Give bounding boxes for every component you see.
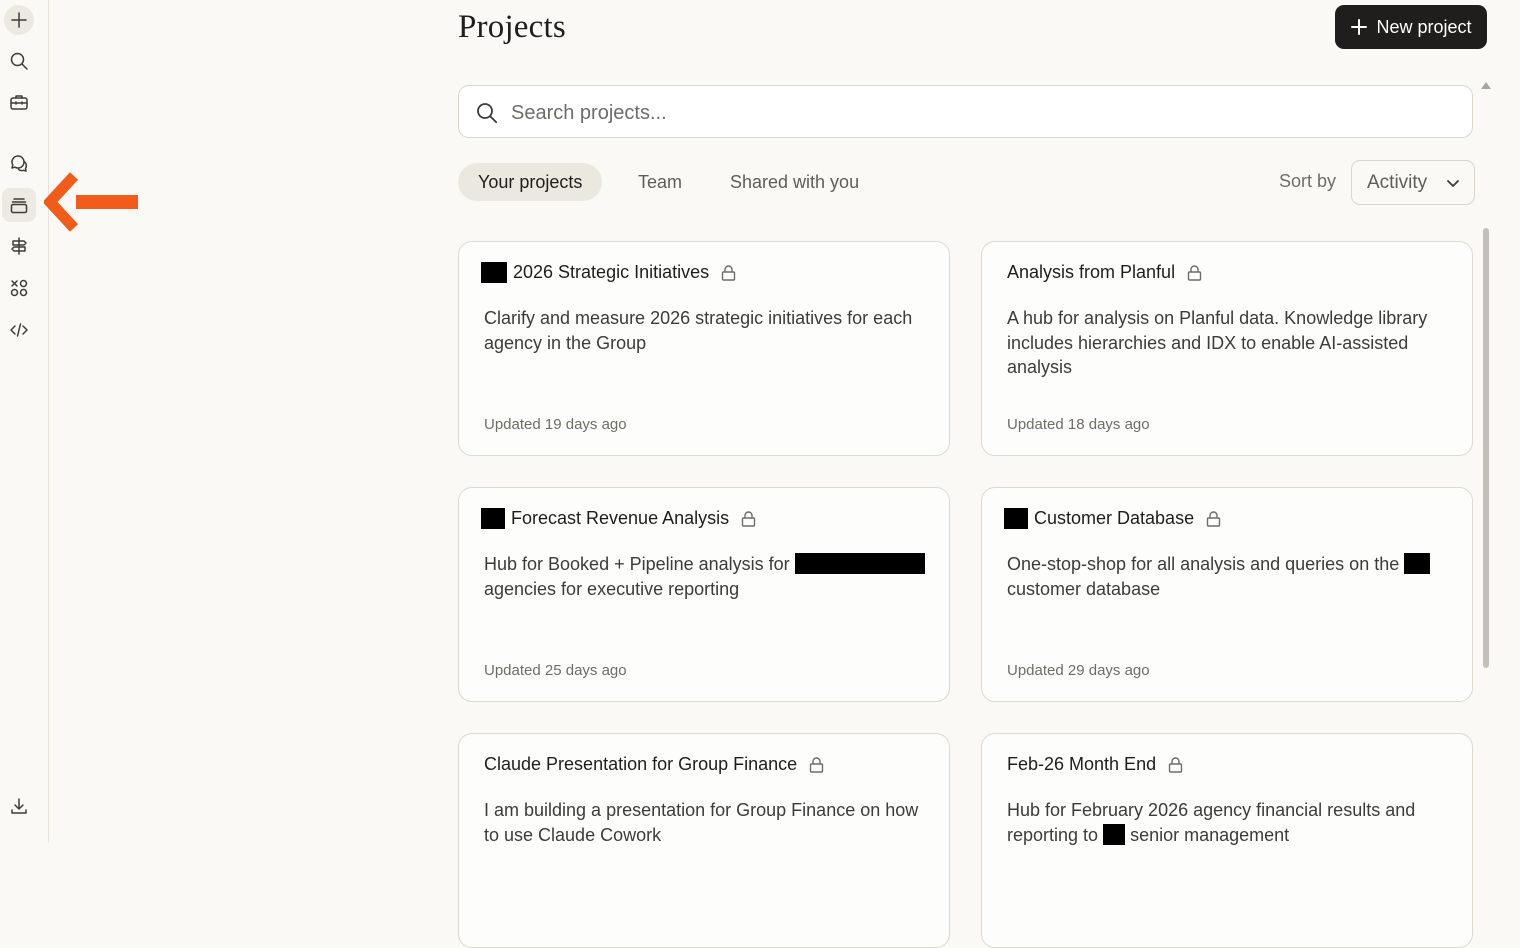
lock-icon [741,510,756,527]
redaction-box [794,553,925,574]
plus-icon [11,12,27,28]
download-button[interactable] [2,789,36,823]
redaction-box [1004,508,1028,529]
new-project-button[interactable]: New project [1335,5,1487,49]
sort-value: Activity [1367,171,1428,193]
project-description-text: A hub for analysis on Planful data. Know… [1007,308,1428,377]
project-card[interactable]: Claude Presentation for Group Finance I … [458,733,950,948]
annotation-arrow-icon [44,172,138,232]
project-description-text: agencies for executive reporting [484,578,740,599]
lock-icon [1206,510,1221,527]
project-name: Feb-26 Month End [1007,754,1157,774]
projects-icon [10,198,28,214]
new-project-label: New project [1376,16,1472,37]
project-description-text: I am building a presentation for Group F… [484,800,919,845]
new-chat-button[interactable] [4,5,34,35]
project-card-header: Claude Presentation for Group Finance [484,754,824,775]
project-updated: Updated 29 days ago [1007,662,1150,679]
signpost-icon [11,237,27,255]
project-card-header: Analysis from Planful [1007,262,1202,283]
chats-button[interactable] [2,146,36,180]
project-description: A hub for analysis on Planful data. Know… [1007,306,1457,380]
toolbox-icon [10,95,28,110]
project-card[interactable]: Feb-26 Month End Hub for February 2026 a… [981,733,1473,948]
project-description-text: customer database [1007,578,1161,599]
project-card[interactable]: Analysis from Planful A hub for analysis… [981,241,1473,456]
project-updated: Updated 25 days ago [484,662,627,679]
tools-button[interactable] [2,85,36,119]
project-card-header: Feb-26 Month End [1007,754,1183,775]
project-name: 2026 Strategic Initiatives [513,262,710,282]
chevron-down-icon [1447,180,1459,187]
project-name: Customer Database [1034,508,1195,528]
project-description: Hub for February 2026 agency financial r… [1007,798,1457,847]
project-card-header: Customer Database [1004,508,1221,529]
project-updated: Updated 18 days ago [1007,416,1150,433]
project-name: Claude Presentation for Group Finance [484,754,798,774]
sidebar [0,0,49,843]
tab-team[interactable]: Team [618,163,702,201]
project-description: I am building a presentation for Group F… [484,798,934,847]
tab-your-projects[interactable]: Your projects [458,163,603,201]
sort-label: Sort by [1279,171,1337,191]
project-description-text: One-stop-shop for all analysis and queri… [1007,554,1400,574]
projects-button[interactable] [2,188,36,222]
scroll-up-arrow[interactable] [1481,82,1491,89]
artifacts-button[interactable] [2,229,36,263]
lock-icon [809,756,824,773]
project-name: Forecast Revenue Analysis [511,508,730,528]
project-description-text: Clarify and measure 2026 strategic initi… [484,308,913,353]
search-icon [10,52,28,70]
search-icon [477,103,498,124]
sort-dropdown[interactable]: Activity [1351,160,1475,205]
search-box [458,85,1473,138]
project-description-text: senior management [1130,824,1290,845]
code-icon [10,323,28,337]
code-button[interactable] [2,313,36,347]
search-input[interactable] [509,98,1413,128]
project-card[interactable]: 2026 Strategic Initiatives Clarify and m… [458,241,950,456]
apps-icon [10,279,28,297]
redaction-box [1404,553,1431,574]
project-card-header: 2026 Strategic Initiatives [481,262,736,283]
project-card[interactable]: Forecast Revenue Analysis Hub for Booked… [458,487,950,702]
redaction-box [481,262,507,283]
project-description-text: Hub for Booked + Pipeline analysis for [484,554,790,574]
tab-shared-with-you[interactable]: Shared with you [710,163,879,201]
page-title: Projects [458,9,566,45]
project-description: Clarify and measure 2026 strategic initi… [484,306,934,355]
lock-icon [721,264,736,281]
lock-icon [1187,264,1202,281]
project-name: Analysis from Planful [1007,262,1176,282]
chat-icon [11,155,28,172]
project-description: Hub for Booked + Pipeline analysis for a… [484,552,934,601]
redaction-box [1103,823,1126,845]
search-button[interactable] [2,44,36,78]
scrollbar-thumb[interactable] [1483,228,1489,668]
project-updated: Updated 19 days ago [484,416,627,433]
apps-button[interactable] [2,271,36,305]
project-card-header: Forecast Revenue Analysis [481,508,756,529]
plus-icon [1351,19,1368,35]
lock-icon [1168,756,1183,773]
project-card[interactable]: Customer Database One-stop-shop for all … [981,487,1473,702]
project-description: One-stop-shop for all analysis and queri… [1007,552,1457,601]
redaction-box [481,508,505,529]
download-icon [11,798,27,814]
